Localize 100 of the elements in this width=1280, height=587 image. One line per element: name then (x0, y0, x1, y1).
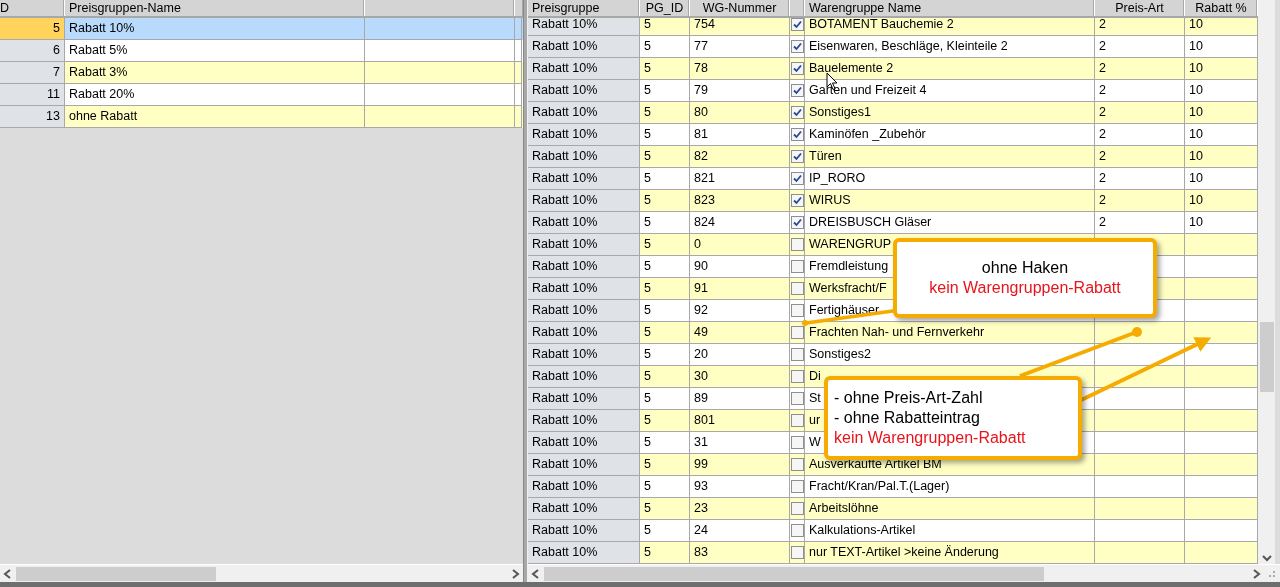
table-cell: 79 (690, 80, 790, 102)
table-cell: Rabatt 10% (528, 190, 640, 212)
table-cell: 10 (1185, 124, 1258, 146)
checkbox[interactable] (790, 260, 804, 273)
checkbox[interactable] (790, 304, 804, 317)
table-cell: 5 (640, 124, 690, 146)
table-cell: 20 (690, 344, 790, 366)
table-cell: Rabatt 10% (528, 146, 640, 168)
column-header[interactable]: PG_ID (640, 0, 690, 16)
checkbox[interactable] (790, 502, 804, 515)
table-cell: 5 (640, 146, 690, 168)
checkbox[interactable] (790, 128, 804, 141)
checkbox[interactable] (790, 480, 804, 493)
table-cell: Rabatt 10% (528, 300, 640, 322)
table-cell: 5 (640, 300, 690, 322)
table-cell: 5 (640, 212, 690, 234)
checkbox[interactable] (790, 282, 804, 295)
table-cell: Rabatt 10% (528, 498, 640, 520)
checkbox[interactable] (790, 436, 804, 449)
table-cell: Eisenwaren, Beschläge, Kleinteile 2 (805, 36, 1095, 58)
table-cell: 30 (690, 366, 790, 388)
checkbox[interactable] (790, 414, 804, 427)
checkbox[interactable] (790, 194, 804, 207)
table-cell: 80 (690, 102, 790, 124)
table-cell: 10 (1185, 190, 1258, 212)
table-cell: Rabatt 10% (528, 212, 640, 234)
checkbox[interactable] (790, 40, 804, 53)
table-cell: Rabatt 10% (528, 234, 640, 256)
table-cell: Frachten Nah- und Fernverkehr (805, 322, 1095, 344)
checkbox[interactable] (790, 62, 804, 75)
table-cell: 5 (640, 344, 690, 366)
table-cell: 824 (690, 212, 790, 234)
table-cell: 24 (690, 520, 790, 542)
callout-text: ohne Haken (981, 258, 1069, 278)
table-cell: Garten und Freizeit 4 (805, 80, 1095, 102)
horizontal-scrollbar[interactable] (0, 564, 523, 582)
checkbox[interactable] (790, 370, 804, 383)
table-cell: Rabatt 10% (528, 520, 640, 542)
checkbox[interactable] (790, 172, 804, 185)
table-cell: 5 (640, 58, 690, 80)
table-row[interactable]: 11 Rabatt 20% (0, 84, 523, 106)
table-cell: 5 (640, 102, 690, 124)
table-cell: Arbeitslöhne (805, 498, 1095, 520)
table-cell: 10 (1185, 102, 1258, 124)
column-header[interactable]: Preis-Art (1095, 0, 1185, 16)
table-cell: 7 (0, 62, 65, 84)
table-row[interactable]: 13 ohne Rabatt (0, 106, 523, 128)
horizontal-scrollbar[interactable] (528, 564, 1280, 582)
table-cell: 2 (1095, 36, 1185, 58)
table-cell: 81 (690, 124, 790, 146)
table-row[interactable]: 6 Rabatt 5% (0, 40, 523, 62)
table-cell: 5 (640, 80, 690, 102)
table-cell: Rabatt 10% (528, 124, 640, 146)
table-cell: Rabatt 10% (528, 168, 640, 190)
checkbox[interactable] (790, 18, 804, 31)
table-cell: 2 (1095, 124, 1185, 146)
checkbox[interactable] (790, 326, 804, 339)
table-cell: Rabatt 10% (528, 542, 640, 564)
table-cell: 10 (1185, 80, 1258, 102)
checkbox[interactable] (790, 150, 804, 163)
table-cell: 5 (640, 168, 690, 190)
table-cell: 90 (690, 256, 790, 278)
vertical-scrollbar[interactable] (1258, 0, 1275, 564)
callout-text: - ohne Rabatteintrag (834, 408, 980, 428)
column-header[interactable]: Warengruppe Name (805, 0, 1095, 16)
checkbox[interactable] (790, 238, 804, 251)
checkbox[interactable] (790, 84, 804, 97)
table-cell: 5 (640, 366, 690, 388)
checkbox[interactable] (790, 392, 804, 405)
table-cell: 23 (690, 498, 790, 520)
column-header[interactable]: D (0, 0, 65, 16)
column-header[interactable]: Preisgruppe (528, 0, 640, 16)
table-cell: Rabatt 10% (528, 58, 640, 80)
checkbox[interactable] (790, 458, 804, 471)
table-cell: Sonstiges2 (805, 344, 1095, 366)
callout-text: - ohne Preis-Art-Zahl (834, 388, 983, 408)
checkbox[interactable] (790, 546, 804, 559)
table-row[interactable]: 7 Rabatt 3% (0, 62, 523, 84)
table-cell: 5 (640, 388, 690, 410)
table-cell: 5 (640, 322, 690, 344)
table-cell: WIRUS (805, 190, 1095, 212)
checkbox[interactable] (790, 106, 804, 119)
scroll-down-icon[interactable] (1260, 552, 1273, 564)
scrollbar-thumb[interactable] (1259, 322, 1274, 392)
table-cell: 5 (640, 36, 690, 58)
table-cell: Bauelemente 2 (805, 58, 1095, 80)
table-cell: 89 (690, 388, 790, 410)
table-cell: Rabatt 10% (528, 256, 640, 278)
table-cell: 2 (1095, 168, 1185, 190)
column-header[interactable]: WG-Nummer (690, 0, 790, 16)
checkbox[interactable] (790, 216, 804, 229)
table-cell: Kaminöfen _Zubehör (805, 124, 1095, 146)
table-cell: IP_RORO (805, 168, 1095, 190)
table-cell: 823 (690, 190, 790, 212)
table-cell: 2 (1095, 102, 1185, 124)
table-cell: 5 (640, 190, 690, 212)
table-row[interactable]: 5 Rabatt 10% (0, 18, 523, 40)
checkbox[interactable] (790, 348, 804, 361)
checkbox[interactable] (790, 524, 804, 537)
column-header[interactable]: Preisgruppen-Name (65, 0, 365, 16)
